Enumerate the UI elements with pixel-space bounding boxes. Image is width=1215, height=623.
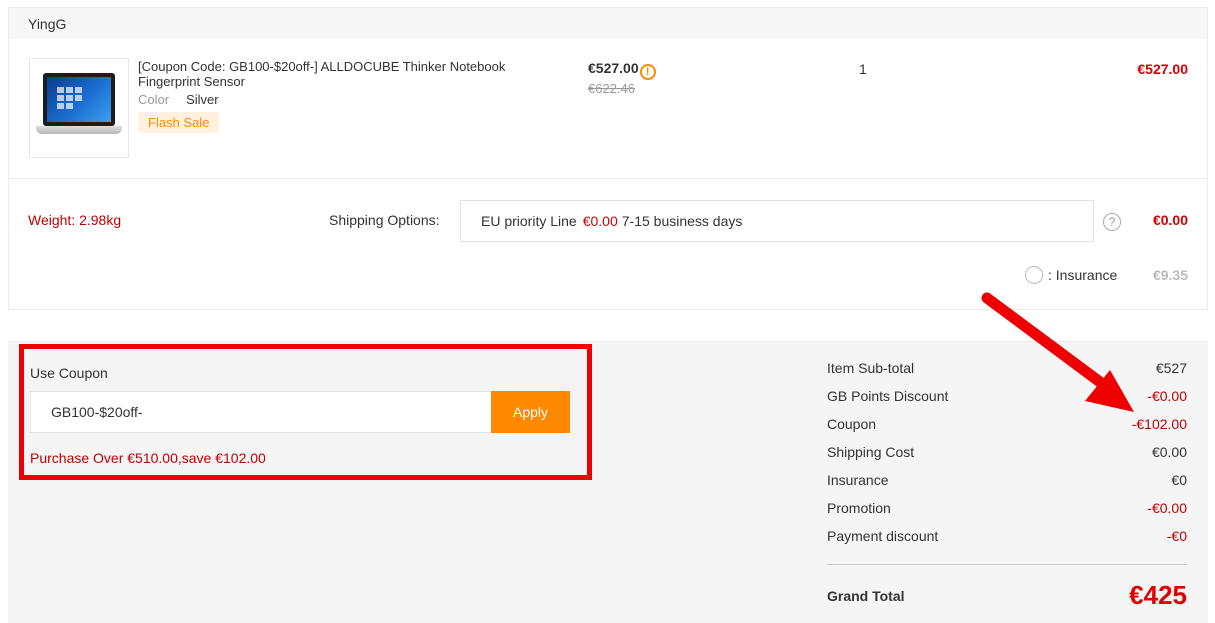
summary-row: Coupon -€102.00	[827, 416, 1187, 444]
summary-label: Shipping Cost	[827, 444, 915, 460]
summary-value: -€0.00	[1147, 388, 1187, 404]
summary-value: €527	[1155, 360, 1187, 376]
attribute-label: Color	[138, 92, 170, 107]
coupon-code-input[interactable]	[30, 391, 492, 433]
totals-divider	[827, 564, 1187, 565]
coupon-message: Purchase Over €510.00,save €102.00	[30, 450, 266, 466]
question-icon[interactable]: ?	[1103, 213, 1121, 231]
summary-value: -€0	[1166, 528, 1187, 544]
package-weight: Weight: 2.98kg	[28, 212, 122, 228]
summary-label: GB Points Discount	[827, 388, 949, 404]
apply-coupon-button[interactable]: Apply	[491, 391, 570, 433]
summary-value: -€0.00	[1147, 500, 1187, 516]
order-summary-section: Use Coupon Apply Purchase Over €510.00,s…	[8, 341, 1208, 623]
summary-row: Insurance €0	[827, 472, 1187, 500]
unit-price: €527.00!	[588, 60, 656, 80]
grand-total-label: Grand Total	[827, 588, 905, 604]
product-title[interactable]: [Coupon Code: GB100-$20off-] ALLDOCUBE T…	[138, 59, 538, 89]
insurance-cost: €9.35	[1152, 267, 1188, 283]
warning-icon[interactable]: !	[639, 64, 656, 80]
summary-row: Item Sub-total €527	[827, 360, 1187, 388]
coupon-title: Use Coupon	[30, 365, 108, 381]
totals-list: Item Sub-total €527 GB Points Discount -€0…	[827, 360, 1187, 556]
laptop-image	[43, 73, 115, 126]
summary-value: €0.00	[1151, 444, 1187, 460]
quantity: 1	[859, 61, 867, 77]
shipping-method-name: EU priority Line	[481, 213, 577, 229]
coupon-panel: Use Coupon Apply Purchase Over €510.00,s…	[19, 344, 592, 480]
product-attribute: Color Silver	[138, 92, 219, 107]
insurance-radio[interactable]	[1025, 266, 1043, 284]
insurance-label: : Insurance	[1048, 267, 1118, 283]
line-total: €527.00	[1137, 61, 1188, 77]
summary-label: Coupon	[827, 416, 877, 432]
shipping-cost: €0.00	[1152, 212, 1188, 228]
shipping-method-days: 7-15 business days	[621, 213, 743, 229]
grand-total-value: €425	[1129, 580, 1187, 610]
summary-label: Item Sub-total	[827, 360, 915, 376]
product-row: [Coupon Code: GB100-$20off-] ALLDOCUBE T…	[9, 39, 1207, 179]
shipping-method-select[interactable]: EU priority Line €0.00 7-15 business days	[460, 200, 1094, 242]
original-price: €622.46	[588, 81, 635, 96]
attribute-value: Silver	[186, 92, 219, 107]
summary-row: Payment discount -€0	[827, 528, 1187, 556]
coupon-discount-value: -€102.00	[1131, 416, 1187, 432]
product-thumbnail[interactable]	[29, 58, 129, 158]
unit-price-value: €527.00	[588, 60, 639, 76]
summary-row: GB Points Discount -€0.00	[827, 388, 1187, 416]
shipping-method-fee: €0.00	[582, 213, 618, 229]
shipping-options-label: Shipping Options:	[329, 212, 440, 228]
summary-label: Promotion	[827, 500, 891, 516]
flash-sale-badge: Flash Sale	[138, 112, 220, 133]
summary-row: Promotion -€0.00	[827, 500, 1187, 528]
summary-label: Insurance	[827, 472, 889, 488]
summary-row: Shipping Cost €0.00	[827, 444, 1187, 472]
summary-label: Payment discount	[827, 528, 939, 544]
summary-value: €0	[1171, 472, 1187, 488]
store-section: YingG [Coupon Code: GB100-$20off-] ALLDO…	[8, 7, 1208, 310]
store-name: YingG	[9, 8, 1207, 39]
